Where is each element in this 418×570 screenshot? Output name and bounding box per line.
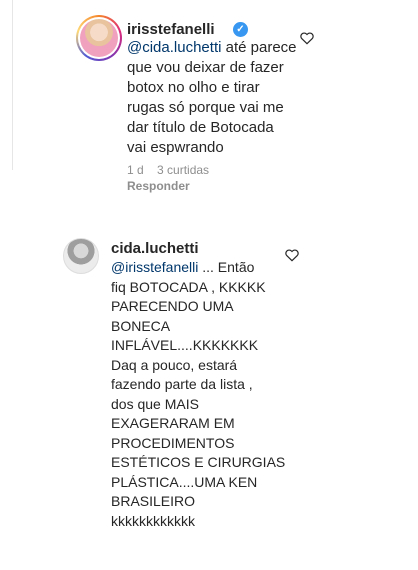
avatar	[80, 19, 118, 57]
heart-icon[interactable]	[299, 30, 315, 46]
comment-meta: 1 d 3 curtidas	[127, 163, 219, 177]
reply-button[interactable]: Responder	[127, 179, 190, 193]
mention-link[interactable]: @cida.luchetti	[127, 39, 221, 56]
comment-username[interactable]: cida.luchetti	[111, 240, 199, 257]
comment-username[interactable]: irisstefanelli	[127, 21, 215, 38]
comment-text: @cida.luchetti até parece que vou deixar…	[127, 39, 297, 156]
mention-link[interactable]: @irisstefanelli	[111, 259, 198, 275]
likes-count[interactable]: 3 curtidas	[157, 163, 209, 177]
avatar-story-ring[interactable]	[76, 15, 122, 61]
thread-divider	[12, 0, 13, 170]
comment-text: @irisstefanelli ... Então fiq BOTOCADA ,…	[111, 259, 286, 529]
verified-badge-icon: ✓	[233, 22, 248, 37]
heart-icon[interactable]	[284, 247, 300, 263]
avatar[interactable]	[63, 238, 99, 274]
comment-time: 1 d	[127, 163, 144, 177]
